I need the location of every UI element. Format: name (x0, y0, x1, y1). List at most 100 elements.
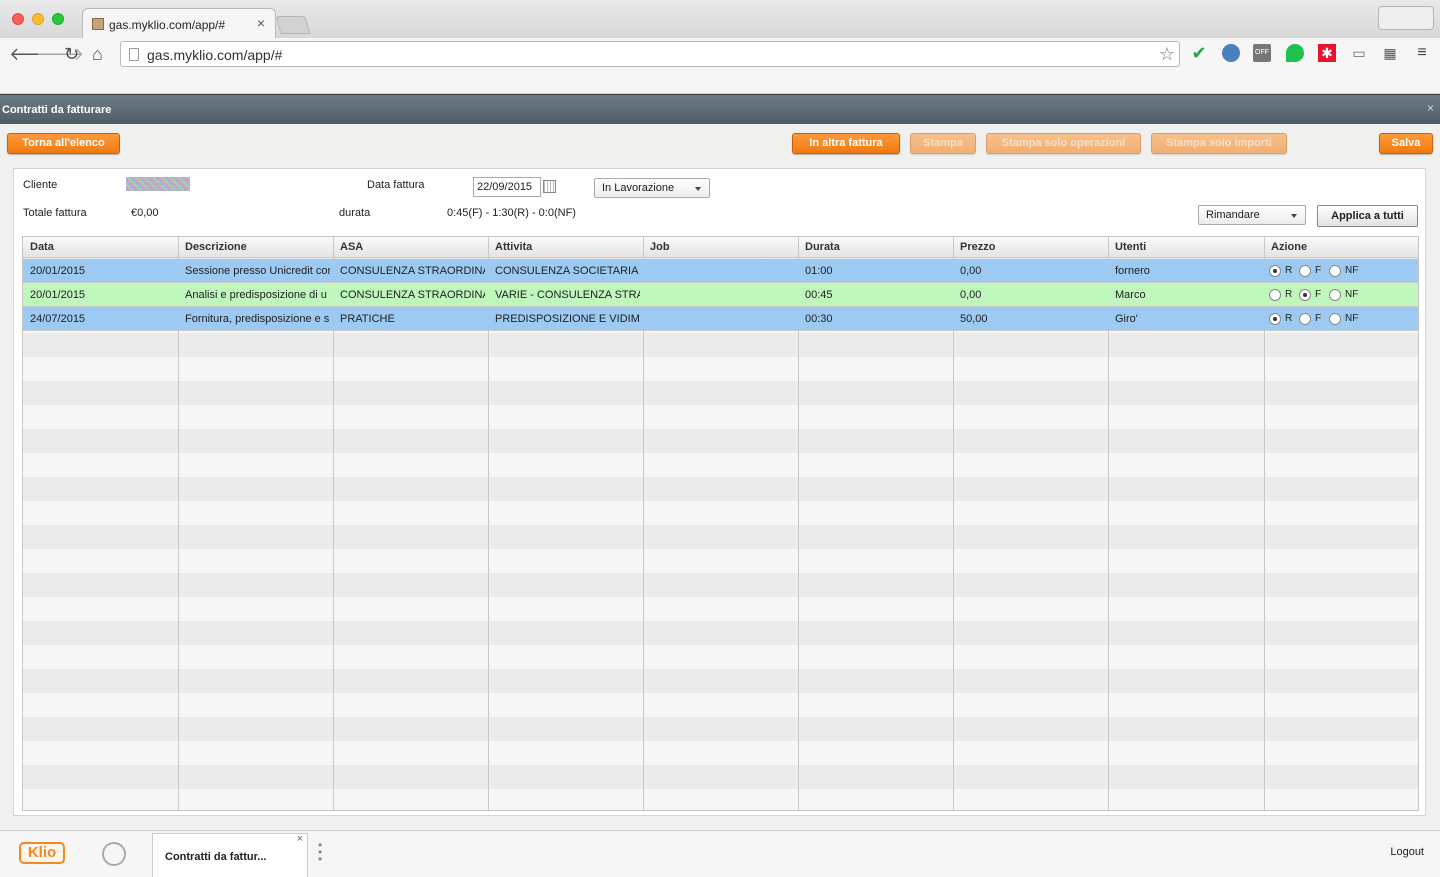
azione-radio-label: NF (1345, 313, 1359, 324)
cell-prezzo: 0,00 (960, 289, 982, 301)
close-window-button[interactable] (12, 13, 24, 25)
cell-asa: CONSULENZA STRAORDINARIA (340, 265, 485, 277)
off-extension-icon[interactable]: OFF (1253, 44, 1271, 62)
browser-tab-title: gas.myklio.com/app/# (109, 18, 226, 32)
globe-extension-icon[interactable] (1222, 44, 1240, 62)
totale-label: Totale fattura (23, 207, 87, 219)
invoice-form: Cliente Data fattura 22/09/2015 In Lavor… (13, 168, 1426, 816)
azione-radio-r[interactable] (1269, 289, 1281, 301)
cell-durata: 00:45 (805, 289, 833, 301)
totale-value: €0,00 (131, 207, 159, 219)
close-icon[interactable]: × (1427, 101, 1434, 115)
profile-button[interactable] (1378, 6, 1434, 30)
other-invoice-button[interactable]: In altra fattura (792, 133, 900, 154)
azione-radio-nf[interactable] (1329, 265, 1341, 277)
cell-data: 20/01/2015 (30, 289, 86, 301)
azione-radio-label: R (1285, 265, 1293, 276)
new-tab-button[interactable] (275, 16, 311, 34)
cell-descrizione: Sessione presso Unicredit con (185, 265, 330, 277)
print-amounts-button[interactable]: Stampa solo importi (1151, 133, 1287, 154)
data-fattura-label: Data fattura (367, 179, 425, 191)
column-header-prezzo[interactable]: Prezzo (960, 241, 995, 253)
address-bar[interactable]: gas.myklio.com/app/# ☆ (120, 41, 1180, 67)
leaf-extension-icon[interactable] (1286, 44, 1304, 62)
reload-icon[interactable]: ↻ (64, 44, 79, 65)
azione-radio-nf[interactable] (1329, 289, 1341, 301)
column-header-data[interactable]: Data (30, 241, 54, 253)
taskbar-tab-contratti[interactable]: Contratti da fattur... × (152, 833, 308, 877)
column-header-job[interactable]: Job (650, 241, 670, 253)
table-row[interactable]: 20/01/2015 Sessione presso Unicredit con C… (23, 259, 1418, 283)
taskbar: Klio Contratti da fattur... × • • • Logout (0, 830, 1440, 877)
cell-utenti: Giro' (1115, 313, 1138, 325)
azione-radio-f[interactable] (1299, 313, 1311, 325)
cell-prezzo: 0,00 (960, 265, 982, 277)
azione-radio-label: NF (1345, 265, 1359, 276)
azione-radio-label: F (1315, 265, 1322, 276)
close-icon[interactable]: × (297, 833, 303, 845)
panel-title: Contratti da fatturare (2, 104, 112, 116)
home-icon[interactable]: ⌂ (92, 44, 103, 65)
cell-utenti: fornero (1115, 265, 1150, 277)
cliente-value (126, 177, 190, 191)
table-row[interactable]: 24/07/2015 Fornitura, predisposizione e s… (23, 307, 1418, 331)
menu-icon[interactable]: ≡ (1413, 44, 1431, 62)
browser-tab[interactable]: gas.myklio.com/app/# × (82, 8, 276, 38)
close-icon[interactable]: × (257, 15, 265, 31)
print-operations-button[interactable]: Stampa solo operazioni (986, 133, 1141, 154)
app-body: Torna all'elenco In altra fattura Stampa… (0, 124, 1440, 830)
cell-descrizione: Analisi e predisposizione di u (185, 289, 327, 301)
asterisk-extension-icon[interactable]: ✱ (1318, 44, 1336, 62)
column-header-azione[interactable]: Azione (1271, 241, 1307, 253)
checkmark-extension-icon[interactable]: ✔ (1190, 44, 1208, 62)
column-header-utenti[interactable]: Utenti (1115, 241, 1146, 253)
durata-label: durata (339, 207, 371, 219)
cell-asa: PRATICHE (340, 313, 395, 325)
cell-attivita: PREDISPOSIZIONE E VIDIMA (495, 313, 640, 325)
azione-radio-nf[interactable] (1329, 313, 1341, 325)
back-to-list-button[interactable]: Torna all'elenco (7, 133, 120, 154)
azione-radio-f[interactable] (1299, 265, 1311, 277)
column-header-asa[interactable]: ASA (340, 241, 363, 253)
grid-header: Data Descrizione ASA Attivita Job Durata Prezz… (23, 237, 1418, 258)
logout-link[interactable]: Logout (1390, 846, 1424, 858)
status-select[interactable]: In Lavorazione (594, 178, 710, 198)
save-button[interactable]: Salva (1379, 133, 1433, 154)
cell-durata: 01:00 (805, 265, 833, 277)
durata-value: 0:45(F) - 1:30(R) - 0:0(NF) (447, 207, 576, 219)
more-options-icon[interactable]: • • • (318, 839, 322, 865)
browser-toolbar: 🡐 🡒 ↻ ⌂ gas.myklio.com/app/# ☆ ✔ OFF ✱ ▭… (0, 38, 1440, 94)
azione-radio-r[interactable] (1269, 313, 1281, 325)
data-fattura-input[interactable]: 22/09/2015 (473, 177, 541, 197)
url-text: gas.myklio.com/app/# (147, 47, 283, 63)
calendar-icon[interactable] (543, 180, 556, 193)
cell-data: 24/07/2015 (30, 313, 86, 325)
column-header-descrizione[interactable]: Descrizione (185, 241, 247, 253)
azione-radio-label: R (1285, 313, 1293, 324)
cell-data: 20/01/2015 (30, 265, 86, 277)
azione-radio-f[interactable] (1299, 289, 1311, 301)
cell-descrizione: Fornitura, predisposizione e s (185, 313, 330, 325)
column-header-durata[interactable]: Durata (805, 241, 840, 253)
minimize-window-button[interactable] (32, 13, 44, 25)
browser-titlebar: gas.myklio.com/app/# × (0, 0, 1440, 38)
contracts-grid: Data Descrizione ASA Attivita Job Durata Prezz… (22, 236, 1419, 811)
dashboard-gauge-icon[interactable] (102, 842, 126, 866)
bulk-action-value: Rimandare (1206, 209, 1260, 221)
apply-all-button[interactable]: Applica a tutti (1317, 205, 1418, 227)
print-button[interactable]: Stampa (910, 133, 976, 154)
bulk-action-select[interactable]: Rimandare (1198, 205, 1306, 225)
cell-attivita: CONSULENZA SOCIETARIA S (495, 265, 640, 277)
azione-radio-label: F (1315, 313, 1322, 324)
cliente-label: Cliente (23, 179, 58, 191)
azione-radio-r[interactable] (1269, 265, 1281, 277)
klio-logo[interactable]: Klio (19, 842, 65, 864)
bookmark-star-icon[interactable]: ☆ (1159, 44, 1175, 65)
column-header-attivita[interactable]: Attivita (495, 241, 532, 253)
cell-attivita: VARIE - CONSULENZA STRAO (495, 289, 640, 301)
cast-icon[interactable]: ▭ (1350, 44, 1368, 62)
zoom-window-button[interactable] (52, 13, 64, 25)
table-row[interactable]: 20/01/2015 Analisi e predisposizione di u… (23, 283, 1418, 307)
clapper-icon[interactable]: ▦ (1381, 44, 1399, 62)
status-select-value: In Lavorazione (602, 182, 675, 194)
